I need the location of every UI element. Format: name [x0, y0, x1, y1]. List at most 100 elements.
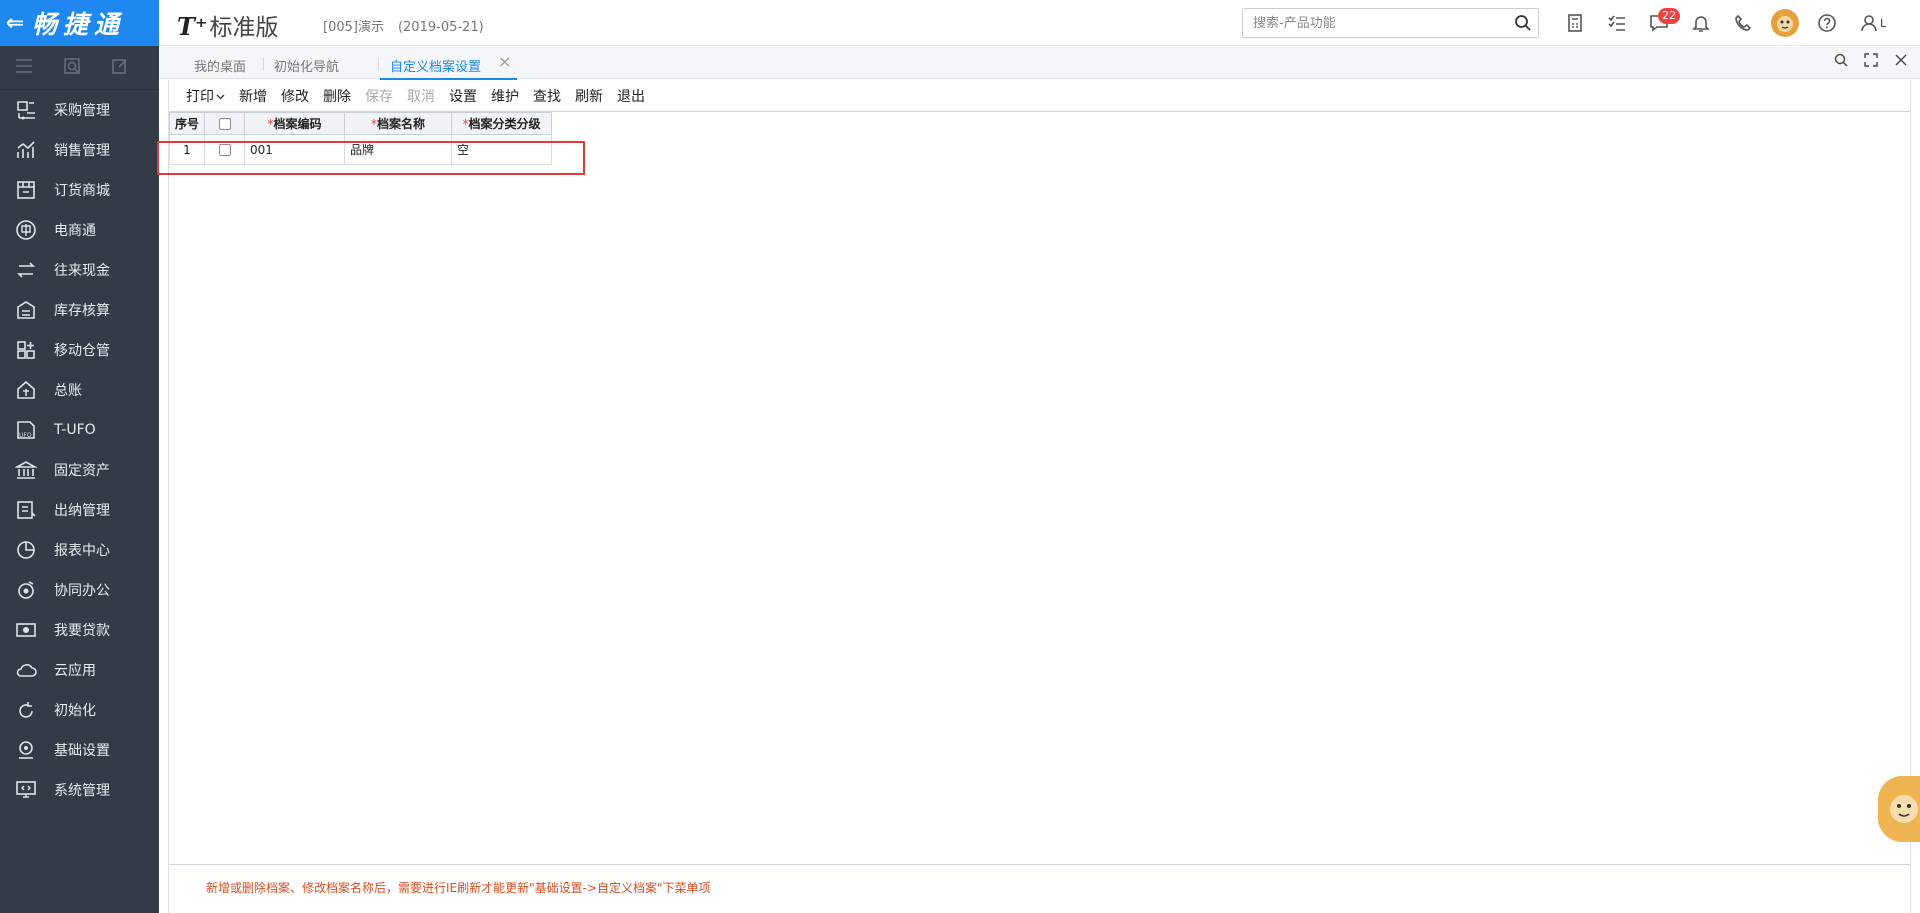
refresh-button[interactable]: 刷新: [575, 86, 603, 106]
svg-text:UFO: UFO: [19, 432, 32, 439]
floating-assistant[interactable]: [1878, 776, 1920, 842]
tab-init-nav[interactable]: 初始化导航: [274, 56, 339, 75]
mascot-icon[interactable]: [1764, 9, 1806, 37]
tab-divider: [378, 57, 379, 71]
sidebar-item-label: 基础设置: [54, 743, 110, 759]
sidebar-item-loan[interactable]: 我要贷款: [0, 610, 159, 650]
sidebar-item-cashier[interactable]: 出纳管理: [0, 490, 159, 530]
table-header-row: 序号 *档案编码 *档案名称 *档案分类分级: [169, 112, 552, 135]
sidebar-item-inventory[interactable]: 库存核算: [0, 290, 159, 330]
sidebar-item-system[interactable]: 系统管理: [0, 770, 159, 810]
sidebar-item-label: 订货商城: [54, 183, 110, 199]
sidebar-item-mall[interactable]: 订货商城: [0, 170, 159, 210]
top-header: T⁺标准版 [005]演示 (2019-05-21) 22 L: [159, 0, 1920, 46]
edit-panel-icon[interactable]: [96, 57, 144, 79]
sidebar-item-ecommerce[interactable]: 电商通: [0, 210, 159, 250]
cell-select: [204, 134, 245, 165]
mobile-warehouse-icon: [15, 339, 37, 361]
phone-icon[interactable]: [1722, 14, 1764, 32]
account-date: (2019-05-21): [397, 20, 484, 35]
logo-text: 标准版: [209, 15, 279, 41]
cell-level[interactable]: 空: [451, 134, 552, 165]
search-panel-icon[interactable]: [48, 57, 96, 79]
tab-custom-archive[interactable]: 自定义档案设置: [379, 56, 518, 80]
menu-icon[interactable]: [0, 58, 48, 77]
close-all-icon[interactable]: [1894, 53, 1908, 71]
sidebar-item-cloud[interactable]: 云应用: [0, 650, 159, 690]
row-checkbox[interactable]: [218, 144, 231, 156]
sidebar-item-label: T-UFO: [54, 422, 96, 438]
cell-name[interactable]: 品牌: [344, 134, 452, 165]
tab-search-icon[interactable]: [1834, 53, 1848, 71]
col-level-label: 档案分类分级: [468, 117, 541, 131]
account-name: [005]演示: [323, 20, 384, 35]
select-all-checkbox[interactable]: [218, 118, 231, 130]
account-info: [005]演示 (2019-05-21): [323, 16, 484, 35]
sidebar-item-init[interactable]: 初始化: [0, 690, 159, 730]
logo-t: T⁺: [177, 12, 208, 41]
asset-icon: [15, 459, 37, 481]
cashier-icon: [15, 499, 37, 521]
sidebar-item-mobile-warehouse[interactable]: 移动仓管: [0, 330, 159, 370]
mascot-face-icon: [1890, 795, 1918, 823]
maintain-button[interactable]: 维护: [491, 86, 519, 106]
tab-close-icon[interactable]: ×: [498, 52, 511, 71]
cell-code[interactable]: 001: [244, 134, 345, 165]
sidebar-item-label: 电商通: [54, 223, 96, 239]
print-label: 打印: [186, 88, 214, 105]
print-button[interactable]: 打印: [186, 86, 225, 106]
chevron-down-icon: [216, 94, 225, 99]
product-logo: T⁺标准版: [177, 8, 279, 42]
save-button[interactable]: 保存: [365, 86, 393, 106]
user-icon[interactable]: [1848, 13, 1890, 33]
back-arrow-icon[interactable]: ⇐: [2, 11, 28, 36]
sidebar-item-label: 我要贷款: [54, 623, 110, 639]
settings-button[interactable]: 设置: [449, 86, 477, 106]
loan-icon: [15, 619, 37, 641]
col-level: *档案分类分级: [451, 112, 552, 135]
tab-divider: [263, 57, 264, 71]
sidebar-item-label: 报表中心: [54, 543, 110, 559]
sidebar-item-sales[interactable]: 销售管理: [0, 130, 159, 170]
brand-bar: ⇐ 畅捷通: [0, 0, 159, 46]
sidebar-item-label: 协同办公: [54, 583, 110, 599]
new-button[interactable]: 新增: [239, 86, 267, 106]
delete-button[interactable]: 删除: [323, 86, 351, 106]
search-input[interactable]: [1243, 9, 1493, 37]
report-icon: [15, 539, 37, 561]
sidebar-item-report[interactable]: 报表中心: [0, 530, 159, 570]
sidebar-item-label: 固定资产: [54, 463, 110, 479]
toolbar: 打印 新增 修改 删除 保存 取消 设置 维护 查找 刷新 退出: [169, 80, 1910, 111]
header-icons: 22 L: [1554, 8, 1886, 37]
main-content: 打印 新增 修改 删除 保存 取消 设置 维护 查找 刷新 退出 序号 *档案编…: [157, 80, 1911, 913]
purchase-icon: [15, 99, 37, 121]
sidebar-tools: [0, 46, 159, 90]
brand-name: 畅捷通: [32, 10, 126, 39]
sidebar-item-label: 移动仓管: [54, 343, 110, 359]
sidebar-item-cashflow[interactable]: 往来现金: [0, 250, 159, 290]
table-row[interactable]: 1 001 品牌 空: [169, 134, 552, 165]
sidebar-item-asset[interactable]: 固定资产: [0, 450, 159, 490]
fullscreen-icon[interactable]: [1864, 53, 1878, 71]
sidebar-nav: 采购管理 销售管理 订货商城 电商通 往来现金 库存核算 移动仓管 总账 UFO…: [0, 90, 159, 810]
sidebar-item-tufo[interactable]: UFO T-UFO: [0, 410, 159, 450]
message-icon[interactable]: 22: [1638, 8, 1680, 32]
mall-icon: [15, 179, 37, 201]
sidebar-item-settings[interactable]: 基础设置: [0, 730, 159, 770]
help-icon[interactable]: [1806, 13, 1848, 33]
bell-icon[interactable]: [1680, 13, 1722, 33]
tab-my-desktop[interactable]: 我的桌面: [194, 56, 246, 75]
edit-button[interactable]: 修改: [281, 86, 309, 106]
tab-bar: 我的桌面 初始化导航 自定义档案设置 ×: [159, 47, 1920, 80]
sidebar-item-collab[interactable]: 协同办公: [0, 570, 159, 610]
task-list-icon[interactable]: [1596, 14, 1638, 32]
search-icon[interactable]: [1514, 14, 1532, 36]
exit-button[interactable]: 退出: [617, 86, 645, 106]
cancel-button[interactable]: 取消: [407, 86, 435, 106]
sidebar-item-purchase[interactable]: 采购管理: [0, 90, 159, 130]
init-icon: [15, 699, 37, 721]
sidebar-item-ledger[interactable]: 总账: [0, 370, 159, 410]
calculator-icon[interactable]: [1554, 13, 1596, 33]
ecommerce-icon: [15, 219, 37, 241]
find-button[interactable]: 查找: [533, 86, 561, 106]
